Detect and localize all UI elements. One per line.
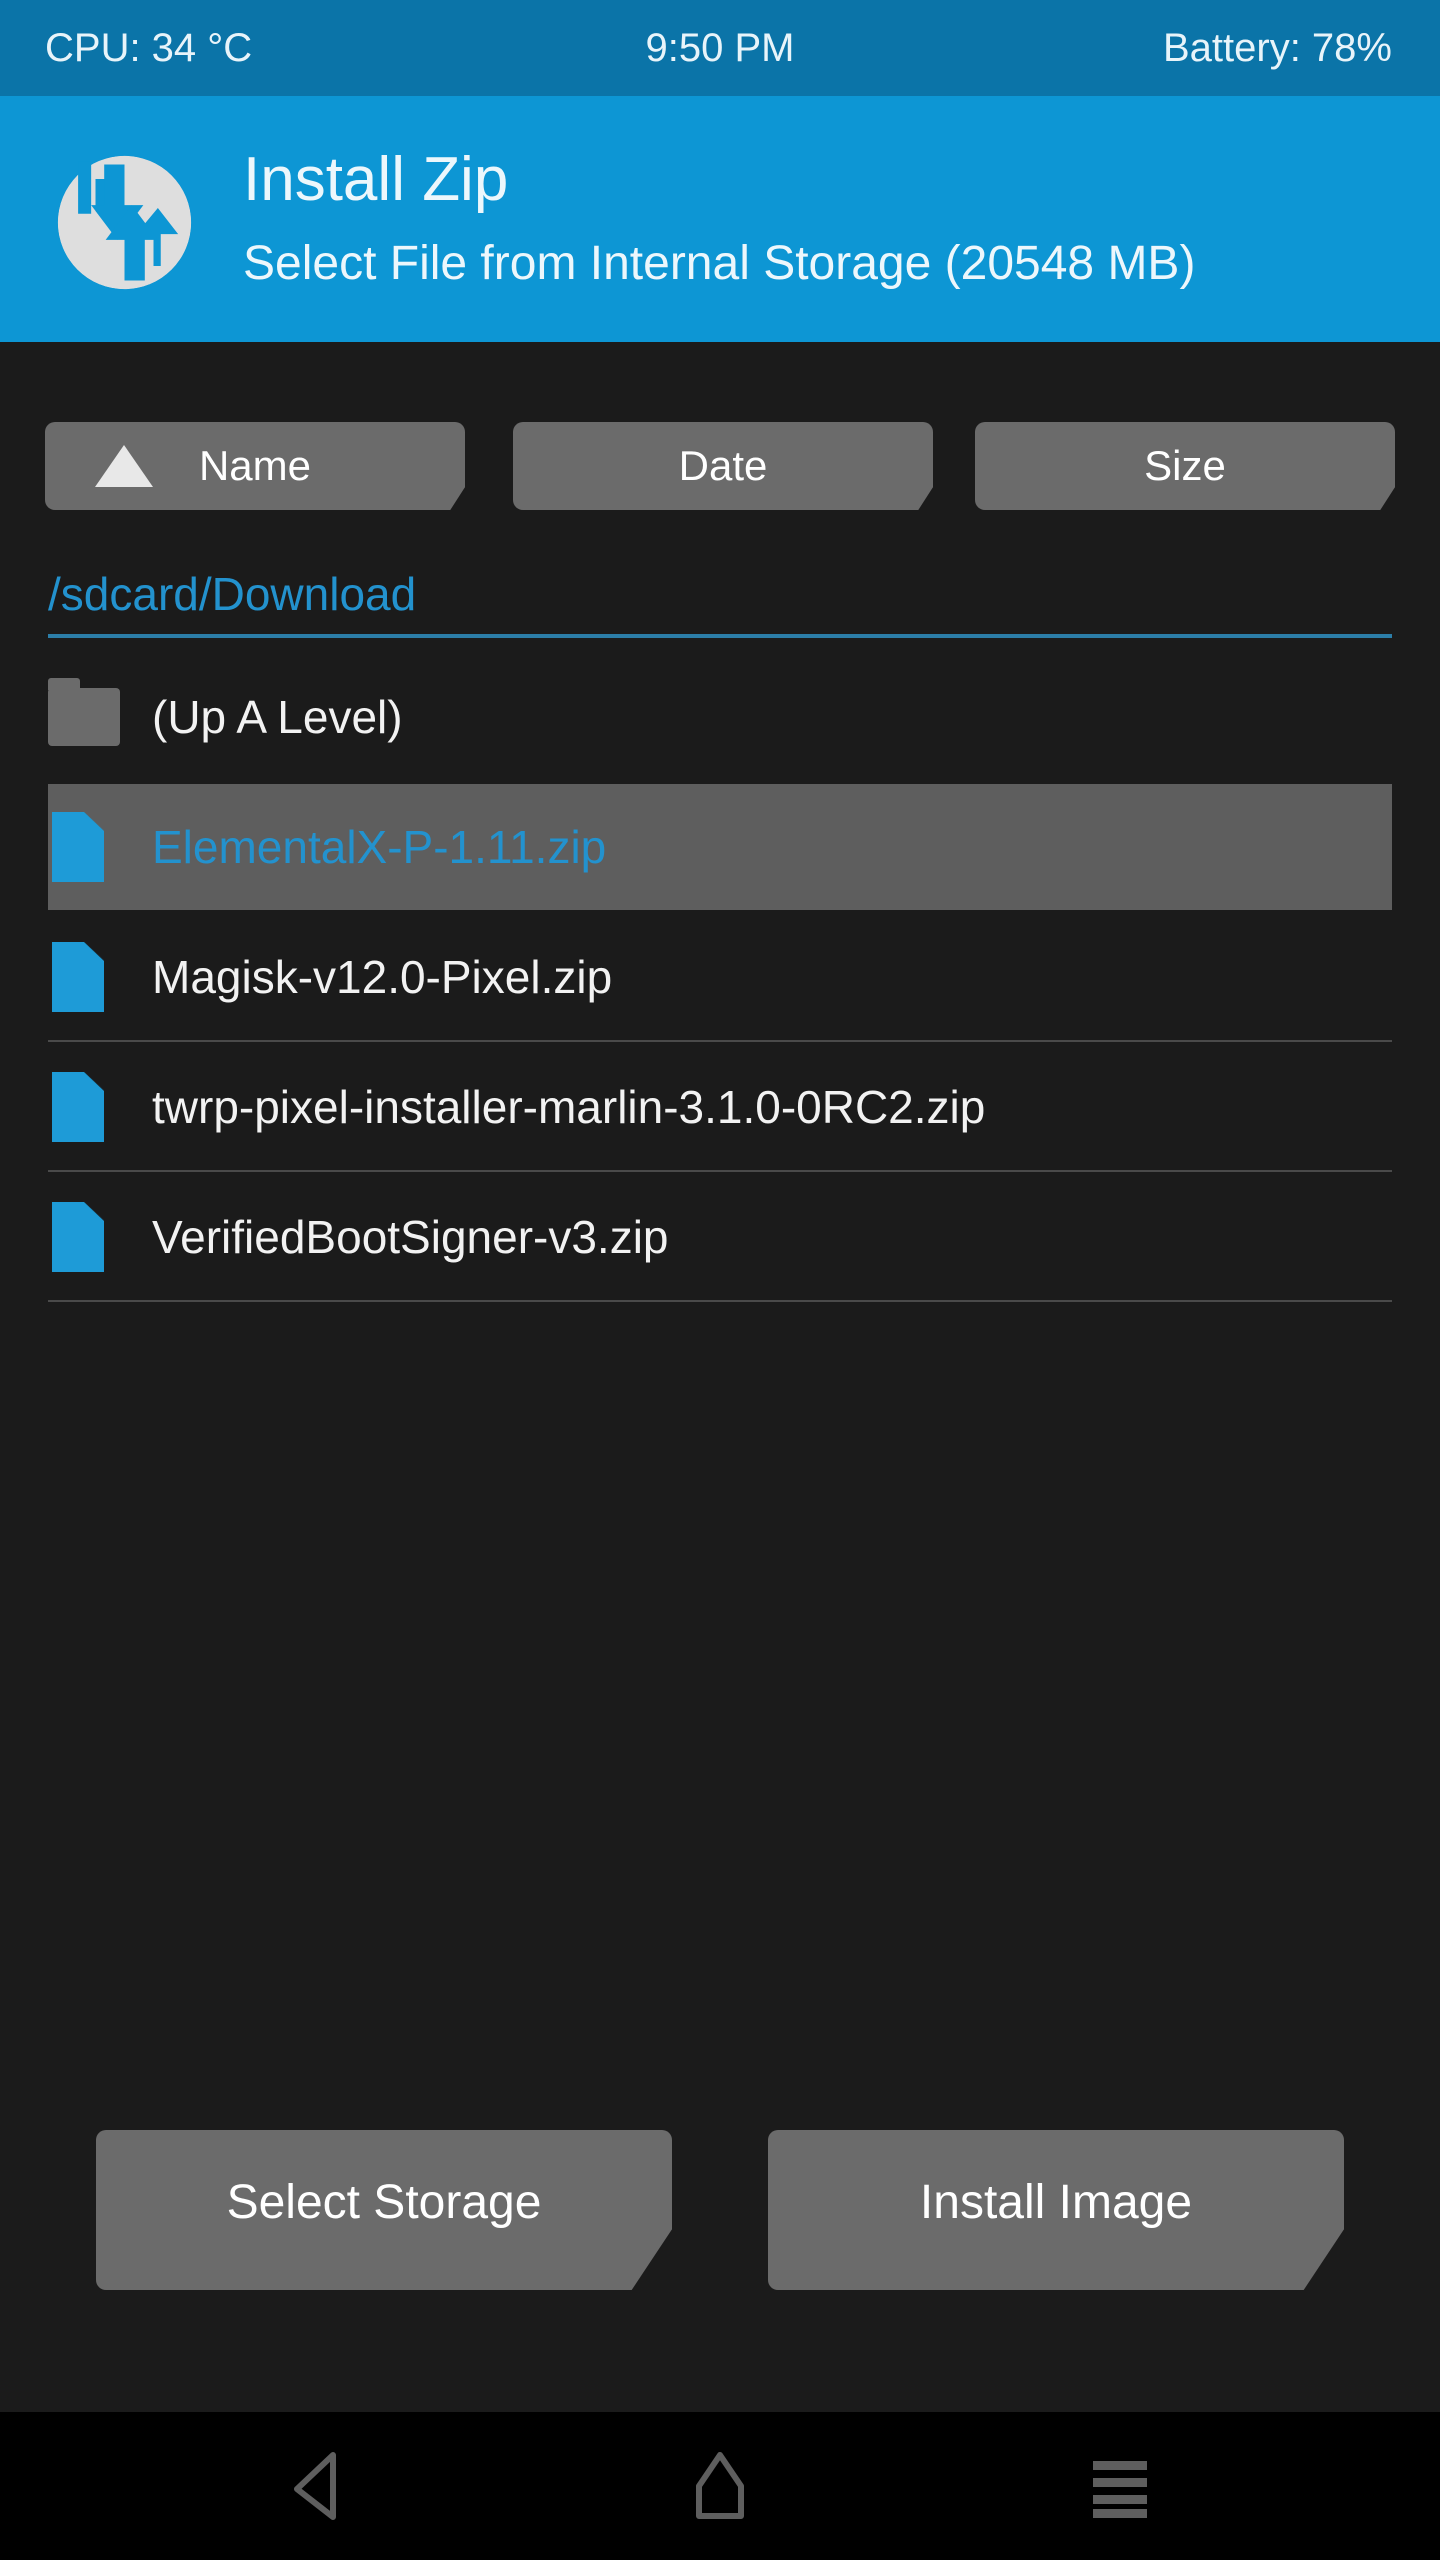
file-icon	[48, 1202, 104, 1272]
file-list: (Up A Level) ElementalX-P-1.11.zip Magis…	[0, 652, 1440, 1302]
folder-icon	[48, 678, 120, 752]
sort-by-name-button[interactable]: Name	[45, 422, 465, 510]
sort-by-name-label: Name	[198, 442, 312, 489]
sort-by-size-label: Size	[1144, 442, 1226, 489]
list-item[interactable]: Magisk-v12.0-Pixel.zip	[0, 912, 1440, 1042]
current-path-label: /sdcard/Download	[48, 568, 417, 620]
list-item-label: VerifiedBootSigner-v3.zip	[152, 1211, 669, 1263]
path-divider	[48, 634, 1392, 638]
sort-by-date-button[interactable]: Date	[513, 422, 933, 510]
file-icon	[48, 1072, 104, 1142]
android-navigation-bar	[0, 2412, 1440, 2560]
list-item-label: ElementalX-P-1.11.zip	[152, 821, 607, 873]
list-item[interactable]: ElementalX-P-1.11.zip	[0, 782, 1440, 912]
battery-label: Battery: 78%	[1162, 26, 1392, 70]
sort-button-bar: Name Date Size	[0, 422, 1440, 518]
list-item[interactable]: twrp-pixel-installer-marlin-3.1.0-0RC2.z…	[0, 1042, 1440, 1172]
list-item-label: (Up A Level)	[152, 691, 403, 743]
content-area: Name Date Size /sdcard/Download (Up A Le…	[0, 342, 1440, 2412]
back-triangle-icon[interactable]	[220, 2412, 420, 2560]
list-item-label: twrp-pixel-installer-marlin-3.1.0-0RC2.z…	[152, 1081, 986, 1133]
status-bar: CPU: 34 °C 9:50 PM Battery: 78%	[0, 0, 1440, 96]
header-text-block: Install Zip Select File from Internal St…	[243, 144, 1423, 292]
install-image-button[interactable]: Install Image	[768, 2130, 1344, 2290]
sort-by-size-button[interactable]: Size	[975, 422, 1395, 510]
list-item[interactable]: VerifiedBootSigner-v3.zip	[0, 1172, 1440, 1302]
app-header: Install Zip Select File from Internal St…	[0, 96, 1440, 342]
home-icon[interactable]	[620, 2412, 820, 2560]
file-icon	[48, 812, 104, 882]
twrp-recovery-screen: CPU: 34 °C 9:50 PM Battery: 78% Install …	[0, 0, 1440, 2560]
page-subtitle: Select File from Internal Storage (20548…	[243, 237, 1196, 290]
list-item[interactable]: (Up A Level)	[0, 652, 1440, 782]
select-storage-button[interactable]: Select Storage	[96, 2130, 672, 2290]
install-image-label: Install Image	[919, 2176, 1193, 2229]
page-title: Install Zip	[243, 145, 509, 214]
action-button-bar: Select Storage Install Image	[0, 2130, 1440, 2300]
list-item-label: Magisk-v12.0-Pixel.zip	[152, 951, 613, 1003]
sort-ascending-triangle-icon	[95, 445, 153, 487]
twrp-logo-icon	[52, 150, 197, 295]
select-storage-label: Select Storage	[226, 2176, 542, 2229]
breadcrumb: /sdcard/Download	[0, 564, 1440, 638]
list-divider	[48, 1300, 1392, 1302]
file-icon	[48, 942, 104, 1012]
sort-by-date-label: Date	[678, 442, 768, 489]
menu-lines-icon[interactable]	[1020, 2412, 1220, 2560]
